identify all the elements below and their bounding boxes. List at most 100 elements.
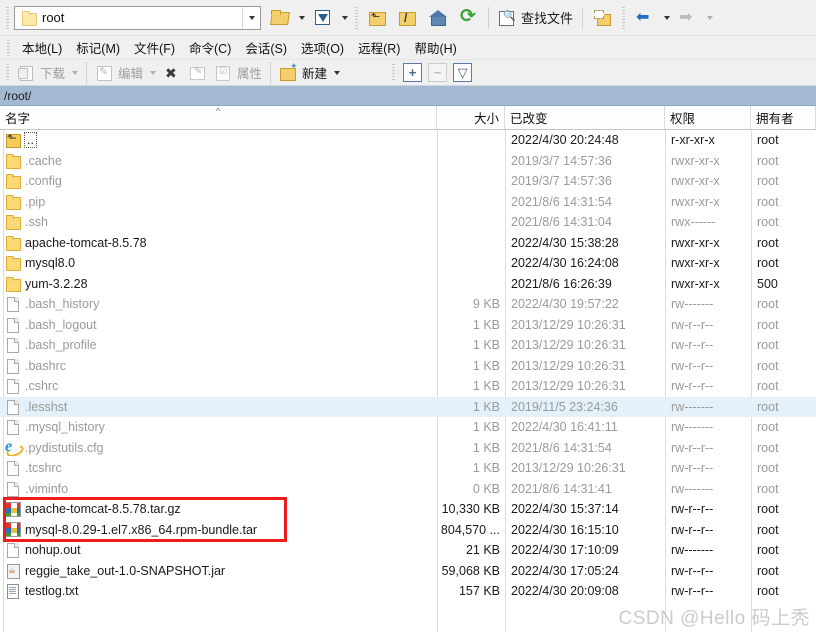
select-remove-button[interactable]: −	[425, 61, 450, 85]
find-files-button[interactable]: 查找文件	[494, 5, 577, 31]
table-row[interactable]: .mysql_history 1 KB 2022/4/30 16:41:11 rw--…	[0, 417, 816, 438]
table-row[interactable]: .bash_logout 1 KB 2013/12/29 10:26:31 rw-r-…	[0, 315, 816, 336]
menubar-grip[interactable]	[6, 39, 13, 56]
table-row[interactable]: .. 2022/4/30 20:24:48 r-xr-xr-x root	[0, 130, 816, 151]
menu-item-session[interactable]: 会话(S)	[238, 36, 294, 59]
table-row[interactable]: yum-3.2.28 2021/8/6 16:26:39 rwxr-xr-x 500	[0, 274, 816, 295]
table-row[interactable]: .cache 2019/3/7 14:57:36 rwxr-xr-x root	[0, 151, 816, 172]
download-button[interactable]: 下载	[14, 61, 68, 85]
select-invert-button[interactable]: ▽	[450, 61, 475, 85]
table-row[interactable]: .viminfo 0 KB 2021/8/6 14:31:41 rw------- ro…	[0, 479, 816, 500]
column-header-name[interactable]: 名字 ^	[0, 106, 437, 129]
table-row[interactable]: mysql8.0 2022/4/30 16:24:08 rwxr-xr-x root	[0, 253, 816, 274]
chevron-down-icon[interactable]	[68, 70, 81, 75]
open-session-split[interactable]	[265, 5, 308, 31]
table-row[interactable]: .tcshrc 1 KB 2013/12/29 10:26:31 rw-r--r-- r…	[0, 458, 816, 479]
column-header-modified[interactable]: 已改变	[505, 106, 665, 129]
file-name-label: .config	[25, 174, 62, 189]
invert-selection-icon: ▽	[453, 63, 473, 82]
file-rights-cell: r-xr-xr-x	[671, 133, 715, 148]
back-split[interactable]	[630, 5, 673, 31]
file-list[interactable]: .. 2022/4/30 20:24:48 r-xr-xr-x root .cache 2…	[0, 130, 816, 632]
file-size-cell: 1 KB	[472, 420, 500, 435]
file-name-cell: reggie_take_out-1.0-SNAPSHOT.jar	[0, 563, 437, 579]
column-header-owner[interactable]: 拥有者	[751, 106, 816, 129]
chevron-down-icon[interactable]	[330, 70, 343, 75]
folder-icon	[5, 214, 21, 231]
toolbar-grip[interactable]	[354, 6, 361, 29]
delete-button[interactable]	[159, 61, 185, 85]
table-row[interactable]: mysql-8.0.29-1.el7.x86_64.rpm-bundle.tar…	[0, 520, 816, 541]
root-directory-button[interactable]	[393, 5, 423, 31]
toolbar-grip[interactable]	[621, 6, 629, 29]
file-icon	[5, 317, 21, 333]
properties-button[interactable]: 属性	[211, 61, 265, 85]
refresh-button[interactable]	[453, 5, 483, 31]
file-modified-cell: 2013/12/29 10:26:31	[511, 338, 626, 353]
table-row[interactable]: .ssh 2021/8/6 14:31:04 rwx------ root	[0, 212, 816, 233]
open-session-button[interactable]	[265, 5, 295, 31]
new-button[interactable]: 新建	[276, 61, 330, 85]
menu-item-remote[interactable]: 远程(R)	[351, 36, 407, 59]
chevron-down-icon[interactable]	[338, 15, 351, 20]
table-row[interactable]: apache-tomcat-8.5.78.tar.gz 10,330 KB 2022…	[0, 499, 816, 520]
table-row[interactable]: .lesshst 1 KB 2019/11/5 23:24:36 rw------- r…	[0, 396, 816, 417]
column-header-owner-label: 拥有者	[756, 112, 794, 126]
menu-item-options[interactable]: 选项(O)	[294, 36, 351, 59]
filter-button[interactable]	[308, 5, 338, 31]
table-row[interactable]: reggie_take_out-1.0-SNAPSHOT.jar 59,068 K…	[0, 561, 816, 582]
table-row[interactable]: apache-tomcat-8.5.78 2022/4/30 15:38:28 rw…	[0, 233, 816, 254]
file-modified-cell: 2021/8/6 16:26:39	[511, 276, 612, 291]
chevron-down-icon[interactable]	[660, 15, 673, 20]
folder-icon	[21, 10, 37, 26]
file-rights-cell: rw-r--r--	[671, 563, 714, 578]
chevron-down-icon[interactable]	[146, 70, 159, 75]
file-rights-cell: rw-r--r--	[671, 522, 714, 537]
file-icon	[5, 460, 21, 477]
table-row[interactable]: .pydistutils.cfg 1 KB 2021/8/6 14:31:54 rw-…	[0, 438, 816, 459]
select-add-button[interactable]: +	[400, 61, 425, 85]
toolbar-grip[interactable]	[391, 63, 399, 82]
download-label: 下载	[40, 67, 66, 81]
file-name-cell: .ssh	[0, 214, 437, 231]
table-row[interactable]: .cshrc 1 KB 2013/12/29 10:26:31 rw-r--r-- ro…	[0, 376, 816, 397]
sync-browse-button[interactable]	[588, 5, 618, 31]
filter-split[interactable]	[308, 5, 351, 31]
table-row[interactable]: .pip 2021/8/6 14:31:54 rwxr-xr-x root	[0, 192, 816, 213]
file-name-cell: .tcshrc	[0, 460, 437, 477]
table-row[interactable]: .bashrc 1 KB 2013/12/29 10:26:31 rw-r--r-- r…	[0, 356, 816, 377]
home-icon	[428, 9, 448, 27]
table-row[interactable]: .bash_profile 1 KB 2013/12/29 10:26:31 rw-r…	[0, 335, 816, 356]
column-header-rights[interactable]: 权限	[665, 106, 751, 129]
file-name-label: mysql8.0	[25, 256, 76, 271]
home-directory-button[interactable]	[423, 5, 453, 31]
file-size-cell: 21 KB	[465, 543, 500, 558]
properties-icon	[214, 64, 234, 82]
top-toolbar: root 查	[0, 0, 816, 36]
table-row[interactable]: nohup.out 21 KB 2022/4/30 17:10:09 rw------…	[0, 540, 816, 561]
toolbar-grip[interactable]	[5, 6, 12, 29]
file-owner-cell: root	[757, 522, 779, 537]
file-rights-cell: rwxr-xr-x	[671, 235, 720, 250]
menu-item-local[interactable]: 本地(L)	[15, 36, 69, 59]
menu-item-commands[interactable]: 命令(C)	[182, 36, 238, 59]
table-row[interactable]: testlog.txt 157 KB 2022/4/30 20:09:08 rw-r-…	[0, 581, 816, 602]
back-button[interactable]	[630, 5, 660, 31]
menu-item-files[interactable]: 文件(F)	[127, 36, 182, 59]
path-combo[interactable]: root	[14, 5, 261, 30]
column-header-size[interactable]: 大小	[437, 106, 505, 129]
chevron-down-icon[interactable]	[242, 6, 260, 29]
menu-item-help[interactable]: 帮助(H)	[407, 36, 463, 59]
file-name-cell: yum-3.2.28	[0, 276, 437, 292]
edit-label: 编辑	[118, 67, 144, 81]
up-directory-button[interactable]	[363, 5, 393, 31]
file-rights-cell: rw-r--r--	[671, 358, 714, 373]
current-path-bar[interactable]: /root/	[0, 86, 816, 106]
table-row[interactable]: .config 2019/3/7 14:57:36 rwxr-xr-x root	[0, 171, 816, 192]
chevron-down-icon[interactable]	[295, 15, 308, 20]
toolbar-grip[interactable]	[5, 63, 12, 82]
menu-item-mark[interactable]: 标记(M)	[69, 36, 127, 59]
table-row[interactable]: .bash_history 9 KB 2022/4/30 19:57:22 rw---…	[0, 294, 816, 315]
edit-button[interactable]: 编辑	[92, 61, 146, 85]
rename-button[interactable]	[185, 61, 211, 85]
